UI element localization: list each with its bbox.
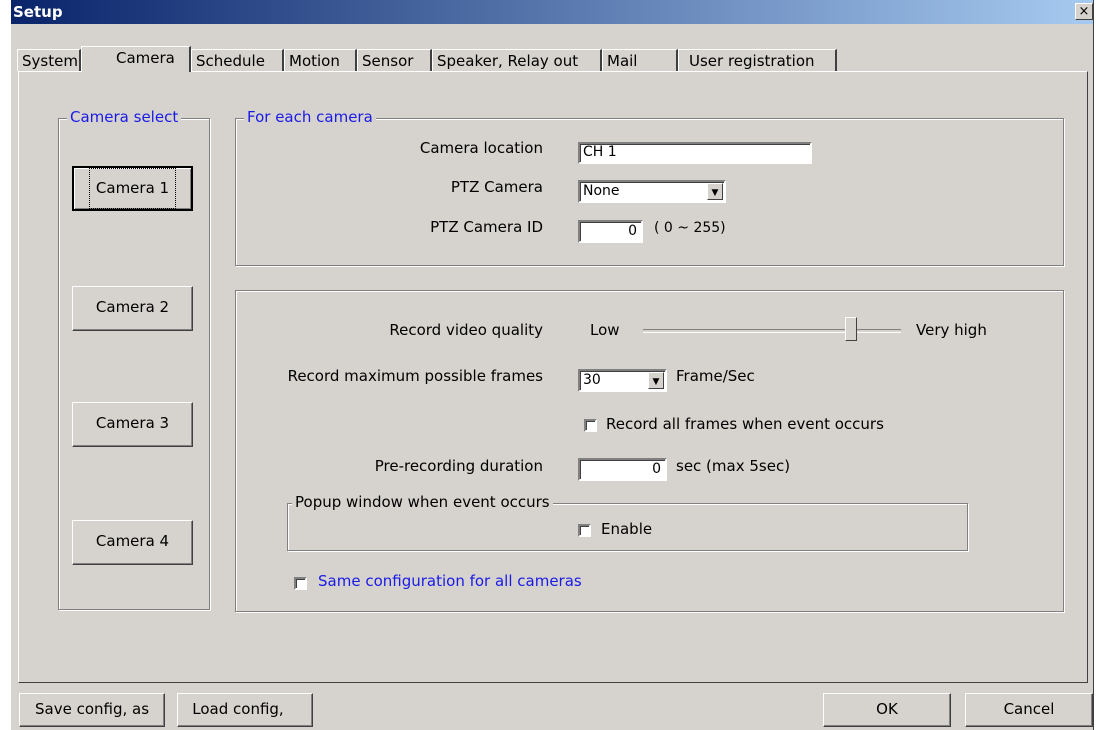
tab-user-registration[interactable]: User registration: [678, 49, 837, 71]
record-all-frames-checkbox[interactable]: [584, 419, 597, 432]
for-each-camera-group: For each camera Camera location CH 1 PTZ…: [235, 108, 1064, 266]
quality-slider-track[interactable]: [643, 329, 901, 333]
setup-window: Setup × System Camera Schedule Motion Se…: [10, 0, 1094, 730]
recording-settings-group: Record video quality Low Very high Recor…: [235, 290, 1064, 612]
title-bar[interactable]: Setup ×: [11, 0, 1093, 24]
load-config-button[interactable]: Load config,: [177, 693, 313, 727]
window-title: Setup: [13, 3, 63, 21]
tab-sensor[interactable]: Sensor: [357, 49, 432, 71]
tab-camera[interactable]: Camera: [81, 46, 191, 72]
quality-high-label: Very high: [916, 321, 987, 339]
camera-location-label: Camera location: [419, 139, 543, 157]
camera-4-button[interactable]: Camera 4: [72, 520, 193, 565]
quality-slider-thumb[interactable]: [844, 317, 857, 341]
ok-button[interactable]: OK: [823, 693, 951, 727]
camera-location-input[interactable]: CH 1: [578, 142, 812, 164]
frames-unit-label: Frame/Sec: [676, 367, 755, 385]
max-frames-select[interactable]: 30 ▼: [578, 369, 667, 392]
popup-enable-label: Enable: [601, 520, 653, 538]
max-frames-label: Record maximum possible frames: [287, 367, 543, 385]
same-config-checkbox[interactable]: [294, 577, 307, 590]
popup-enable-checkbox[interactable]: [578, 524, 591, 537]
quality-low-label: Low: [590, 321, 620, 339]
chevron-down-icon[interactable]: ▼: [648, 372, 664, 389]
record-all-frames-label: Record all frames when event occurs: [606, 415, 884, 433]
for-each-camera-legend: For each camera: [244, 108, 376, 126]
popup-window-legend: Popup window when event occurs: [292, 493, 553, 511]
chevron-down-icon[interactable]: ▼: [707, 183, 723, 200]
camera-1-label: Camera 1: [88, 168, 177, 209]
ptz-id-range-label: ( 0 ~ 255): [654, 220, 726, 236]
ptz-camera-id-input[interactable]: 0: [578, 220, 643, 243]
camera-tab-panel: Camera select Camera 1 Camera 2 Camera 3…: [18, 71, 1088, 683]
tab-motion[interactable]: Motion: [284, 49, 357, 71]
tab-system[interactable]: System: [17, 49, 81, 71]
tab-mail[interactable]: Mail: [602, 49, 678, 71]
cancel-button[interactable]: Cancel: [965, 693, 1093, 727]
close-icon[interactable]: ×: [1075, 3, 1093, 20]
tab-speaker-relay[interactable]: Speaker, Relay out: [432, 49, 602, 71]
prerecording-input[interactable]: 0: [578, 458, 667, 481]
camera-3-button[interactable]: Camera 3: [72, 402, 193, 447]
prerecording-label: Pre-recording duration: [374, 457, 543, 475]
max-frames-value: 30: [583, 372, 601, 388]
ptz-camera-id-label: PTZ Camera ID: [430, 218, 543, 236]
popup-window-group: Popup window when event occurs Enable: [287, 493, 968, 551]
camera-select-group: Camera select Camera 1 Camera 2 Camera 3…: [58, 108, 210, 610]
ptz-camera-label: PTZ Camera: [450, 178, 543, 196]
record-quality-label: Record video quality: [389, 321, 543, 339]
camera-1-button[interactable]: Camera 1: [72, 166, 193, 211]
prerecording-unit-label: sec (max 5sec): [676, 457, 791, 475]
camera-select-legend: Camera select: [67, 108, 182, 126]
ptz-camera-value: None: [583, 183, 620, 199]
tab-camera-label: Camera: [116, 49, 175, 67]
camera-2-button[interactable]: Camera 2: [72, 286, 193, 331]
tab-schedule[interactable]: Schedule: [191, 49, 284, 71]
ptz-camera-select[interactable]: None ▼: [578, 180, 726, 203]
same-config-label: Same configuration for all cameras: [318, 572, 582, 590]
save-config-as-button[interactable]: Save config, as: [19, 693, 165, 727]
